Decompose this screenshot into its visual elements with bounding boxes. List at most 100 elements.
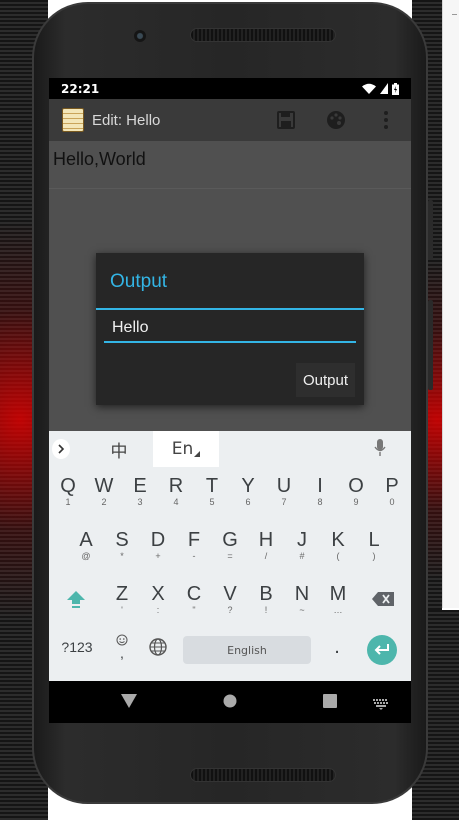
key-r[interactable]: R4 [158, 469, 194, 513]
key-sublabel: ~ [299, 605, 305, 615]
editor-text: Hello,World [53, 149, 146, 169]
enter-icon [374, 644, 389, 655]
save-button[interactable] [261, 111, 311, 129]
key-p[interactable]: P0 [374, 469, 410, 513]
output-dialog: Output Output [96, 253, 364, 405]
dialog-input[interactable] [104, 315, 356, 343]
key-row-3: Z ' X: C " V? B! N ~ M… [49, 577, 411, 621]
notepad-icon [62, 108, 84, 132]
key-sublabel: 5 [209, 497, 215, 507]
key-sublabel: " [192, 605, 196, 615]
shift-icon [67, 591, 85, 608]
key-label: D [150, 529, 166, 551]
key-sublabel: 1 [65, 497, 71, 507]
key-sublabel: 6 [245, 497, 251, 507]
key-sublabel: ! [264, 605, 268, 615]
key-label: E [133, 475, 147, 497]
key-sublabel: 4 [173, 497, 179, 507]
key-k[interactable]: K( [320, 523, 356, 567]
key-sublabel: 7 [281, 497, 287, 507]
key-row-2: A @ S * D + F - G = H / J # K(L) [49, 523, 411, 567]
nav-home-button[interactable] [223, 693, 237, 712]
key-s[interactable]: S * [104, 523, 140, 567]
back-triangle-icon [121, 694, 137, 708]
lang-key-english[interactable]: En [153, 431, 219, 467]
output-button[interactable]: Output [295, 363, 355, 397]
key-e[interactable]: E3 [122, 469, 158, 513]
palette-button[interactable] [311, 110, 361, 130]
key-h[interactable]: H / [248, 523, 284, 567]
keyboard-expand-button[interactable] [52, 439, 70, 459]
key-sublabel: : [156, 605, 160, 615]
key-j[interactable]: J # [284, 523, 320, 567]
globe-icon [149, 638, 167, 656]
backspace-key[interactable] [365, 577, 401, 621]
key-label: W [94, 475, 114, 497]
key-b[interactable]: B! [248, 577, 284, 621]
palette-icon [327, 111, 345, 129]
key-n[interactable]: N ~ [284, 577, 320, 621]
key-sublabel: ( [336, 551, 340, 561]
key-q[interactable]: Q1 [50, 469, 86, 513]
key-t[interactable]: T5 [194, 469, 230, 513]
key-label: H [258, 529, 274, 551]
key-sublabel: @ [81, 551, 91, 561]
key-g[interactable]: G = [212, 523, 248, 567]
key-v[interactable]: V? [212, 577, 248, 621]
recents-square-icon [323, 694, 337, 708]
mic-button[interactable] [374, 439, 386, 461]
microphone-icon [374, 439, 386, 456]
key-label: B [259, 583, 273, 605]
key-l[interactable]: L) [356, 523, 392, 567]
globe-key[interactable] [140, 625, 176, 669]
key-y[interactable]: Y6 [230, 469, 266, 513]
key-sublabel: + [155, 551, 161, 561]
key-u[interactable]: U7 [266, 469, 302, 513]
backspace-icon [372, 592, 394, 606]
key-z[interactable]: Z ' [104, 577, 140, 621]
key-label: N [294, 583, 310, 605]
emoji-key[interactable]: , [104, 625, 140, 669]
lang-key-english-label: En [171, 439, 194, 459]
key-row-1: Q1W2E3R4T5Y6U7I8O9P0 [49, 469, 411, 513]
nav-back-button[interactable] [121, 693, 137, 712]
symbols-key[interactable]: ?123 [59, 625, 95, 669]
dialog-title: Output [110, 271, 168, 292]
key-c[interactable]: C " [176, 577, 212, 621]
volume-button[interactable] [428, 300, 433, 390]
bottom-speaker [190, 768, 336, 782]
key-label: V [223, 583, 237, 605]
keyboard-switch-icon [373, 699, 388, 710]
enter-key[interactable] [367, 635, 397, 665]
shift-key[interactable] [58, 577, 94, 621]
side-panel [442, 0, 459, 608]
overflow-menu-button[interactable] [361, 111, 411, 129]
key-label: R [168, 475, 184, 497]
soft-keyboard: 中 En Q1W2E3R4T5Y6U7I8O9P0 A @ S * D + F - G = H / J #… [49, 431, 411, 681]
period-key[interactable]: . [319, 625, 355, 669]
key-label: O [348, 475, 364, 497]
key-x[interactable]: X: [140, 577, 176, 621]
key-m[interactable]: M… [320, 577, 356, 621]
editor-area[interactable]: Hello,World Output Output [49, 141, 411, 431]
key-label: M [329, 583, 347, 605]
key-w[interactable]: W2 [86, 469, 122, 513]
power-button[interactable] [428, 200, 433, 260]
dialog-divider [96, 308, 364, 310]
key-d[interactable]: D + [140, 523, 176, 567]
lang-key-chinese[interactable]: 中 [99, 431, 139, 467]
key-label: P [385, 475, 399, 497]
editor-divider [49, 188, 411, 189]
key-label: S [115, 529, 129, 551]
key-f[interactable]: F- [176, 523, 212, 567]
key-label: Q [60, 475, 76, 497]
key-o[interactable]: O9 [338, 469, 374, 513]
nav-recents-button[interactable] [323, 693, 337, 712]
space-key[interactable]: English [183, 636, 311, 664]
key-label: K [331, 529, 345, 551]
nav-keyboard-button[interactable] [373, 695, 389, 714]
key-a[interactable]: A @ [68, 523, 104, 567]
key-sublabel: ) [372, 551, 376, 561]
key-label: Y [241, 475, 255, 497]
key-i[interactable]: I8 [302, 469, 338, 513]
